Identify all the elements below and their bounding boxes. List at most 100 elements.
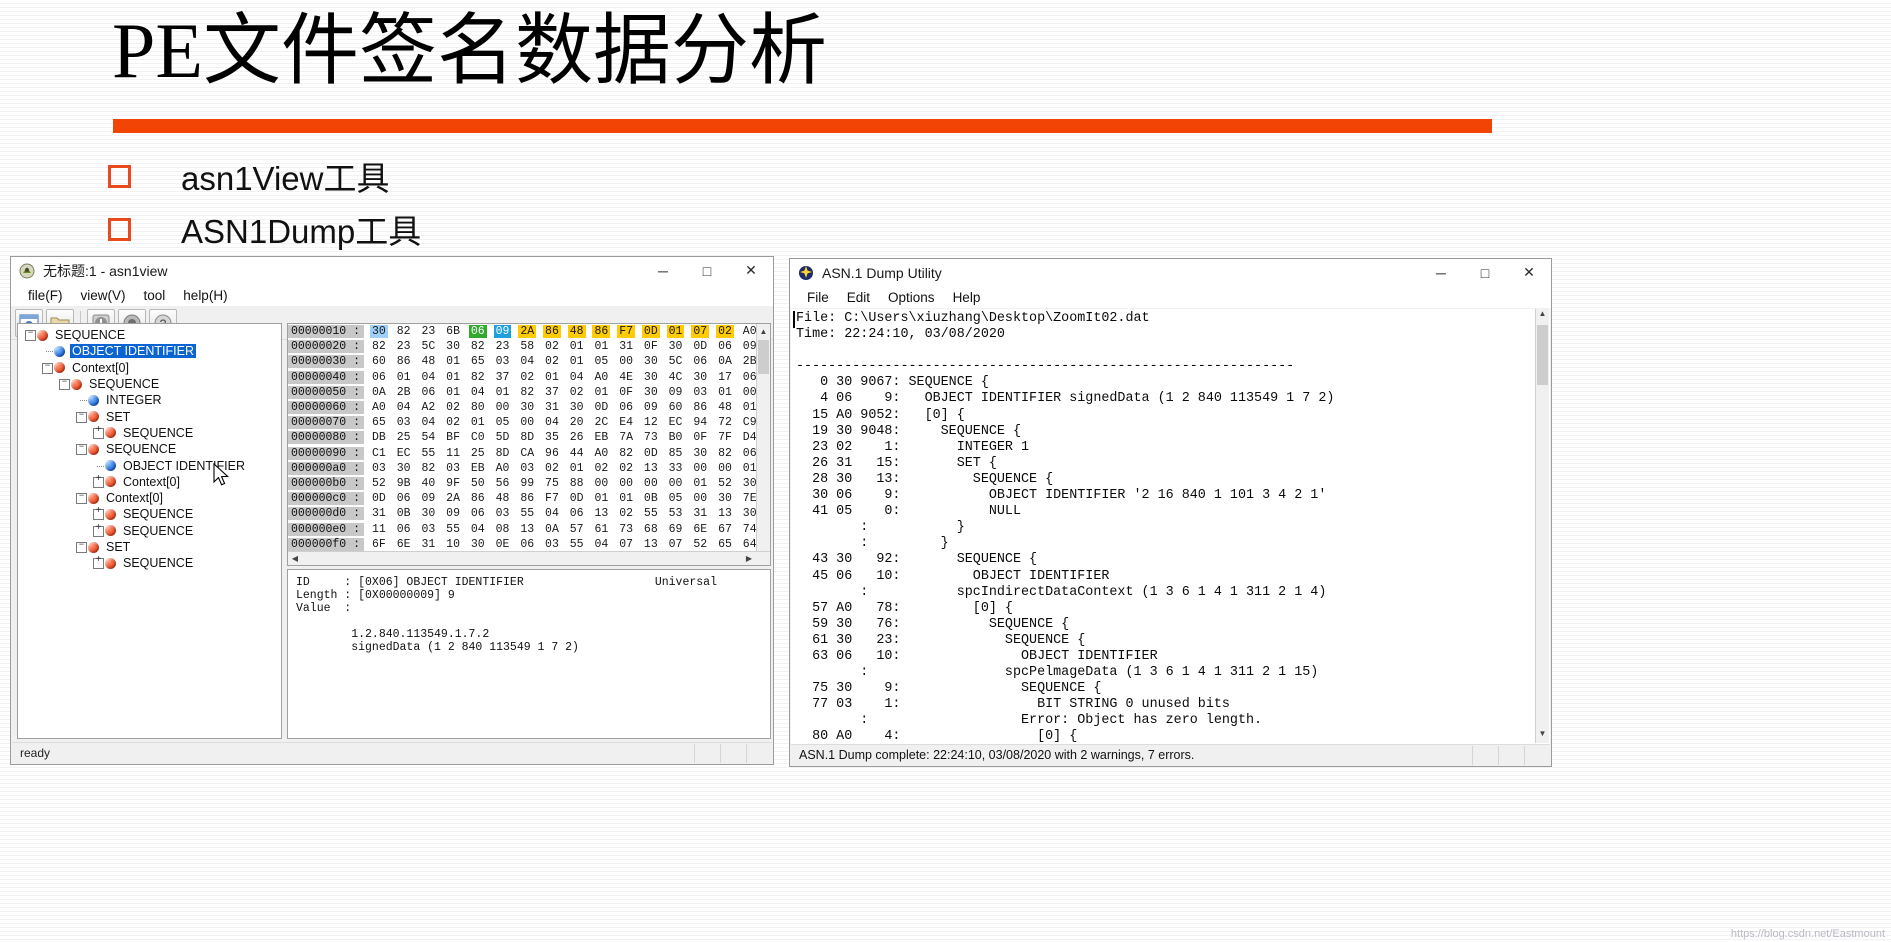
hex-byte[interactable]: 01 [666,325,685,339]
hex-byte[interactable]: 9B [395,477,413,490]
hex-row[interactable]: 00000020 :82 23 5C 30 82 23 58 02 01 01 … [288,339,770,354]
hex-byte[interactable]: 44 [568,447,586,460]
hex-byte[interactable]: 06 [518,538,536,551]
hex-row[interactable]: 000000a0 :03 30 82 03 EB A0 03 02 01 02 … [288,461,770,476]
hex-byte[interactable]: C0 [469,431,487,444]
hex-byte[interactable]: 55 [419,447,437,460]
hex-byte[interactable]: 02 [543,340,561,353]
hex-byte[interactable]: 82 [469,371,487,384]
hex-byte[interactable]: 09 [493,325,512,339]
hex-byte[interactable]: B0 [667,431,685,444]
hex-byte[interactable]: 2A [518,325,537,339]
hex-byte[interactable]: 30 [370,325,388,339]
hex-byte[interactable]: 00 [691,492,709,505]
hex-byte[interactable]: 02 [617,507,635,520]
hex-byte[interactable]: DB [370,431,388,444]
tree-node[interactable]: SEQUENCE [18,521,281,539]
hex-byte[interactable]: 01 [444,386,462,399]
hex-row[interactable]: 00000050 :0A 2B 06 01 04 01 82 37 02 01 … [288,385,770,400]
asn1dump-vertical-scrollbar[interactable]: ▲ ▼ [1535,309,1549,743]
menu-item-file[interactable]: File [798,289,838,306]
hex-byte[interactable]: 04 [395,401,413,414]
hex-byte[interactable]: 57 [568,523,586,536]
tree-node[interactable]: SET [18,537,281,555]
hex-byte[interactable]: 31 [370,507,388,520]
hex-row[interactable]: 000000f0 :6F 6E 31 10 30 0E 06 03 55 04 … [288,537,770,552]
hex-byte[interactable]: 03 [518,462,536,475]
hex-byte[interactable]: 30 [568,401,586,414]
hex-byte[interactable]: 20 [568,416,586,429]
hex-byte[interactable]: 6F [370,538,388,551]
hex-byte[interactable]: 61 [592,523,610,536]
hex-byte[interactable]: 48 [419,355,437,368]
hex-byte[interactable]: 17 [716,371,734,384]
hex-byte[interactable]: 99 [518,477,536,490]
asn1dump-menubar[interactable]: File Edit Options Help [790,286,1551,308]
hex-byte[interactable]: EB [592,431,610,444]
hex-byte[interactable]: 86 [518,492,536,505]
hex-byte[interactable]: 01 [568,340,586,353]
hex-byte[interactable]: 0F [617,386,635,399]
hex-byte[interactable]: A0 [592,447,610,460]
hex-byte[interactable]: 04 [543,416,561,429]
hex-byte[interactable]: 01 [691,477,709,490]
hex-byte[interactable]: 65 [716,538,734,551]
hex-byte[interactable]: C1 [370,447,388,460]
hex-byte[interactable]: 23 [395,340,413,353]
tree-node[interactable]: SEQUENCE [18,439,281,457]
hex-byte[interactable]: 60 [370,355,388,368]
hex-byte[interactable]: 0A [370,386,388,399]
hex-row[interactable]: 00000080 : DB 25 54 BF C0 5D 8D 35 26 EB … [288,430,770,445]
hex-byte[interactable]: 13 [642,538,660,551]
hex-byte[interactable]: 03 [691,386,709,399]
hex-byte[interactable]: 02 [444,401,462,414]
hex-byte[interactable]: 07 [617,538,635,551]
hex-byte[interactable]: 31 [691,507,709,520]
hex-byte[interactable]: 82 [395,325,413,338]
hex-byte[interactable]: 01 [568,355,586,368]
hex-byte[interactable]: 02 [543,462,561,475]
menu-item-view[interactable]: view(V) [72,287,135,304]
hex-byte[interactable]: 35 [543,431,561,444]
hex-byte[interactable]: 03 [395,416,413,429]
hex-byte[interactable]: BF [444,431,462,444]
hex-byte[interactable]: 06 [370,371,388,384]
hex-byte[interactable]: 00 [518,416,536,429]
expand-icon[interactable] [92,521,105,539]
hex-byte[interactable]: 0D [592,401,610,414]
hex-byte[interactable]: 23 [419,325,437,338]
close-button[interactable]: ✕ [1507,259,1551,286]
hex-byte[interactable]: 56 [494,477,512,490]
scroll-thumb[interactable] [758,340,769,374]
hex-byte[interactable]: 00 [617,355,635,368]
hex-byte[interactable]: 25 [469,447,487,460]
scroll-up-arrow[interactable]: ▲ [1536,309,1549,323]
hex-byte[interactable]: 30 [691,371,709,384]
expand-icon[interactable] [92,472,105,490]
scroll-down-arrow[interactable]: ▼ [1536,729,1549,743]
hex-byte[interactable]: 0D [370,492,388,505]
hex-byte[interactable]: 03 [419,523,437,536]
hex-byte[interactable]: 82 [370,340,388,353]
hex-byte[interactable]: 04 [469,523,487,536]
hex-byte[interactable]: 86 [469,492,487,505]
menu-item-edit[interactable]: Edit [838,289,879,306]
hex-byte[interactable]: 01 [617,492,635,505]
hex-byte[interactable]: 06 [691,355,709,368]
hex-byte[interactable]: 30 [691,447,709,460]
hex-byte[interactable]: 0D [641,325,660,339]
hex-byte[interactable]: 37 [494,371,512,384]
hex-byte[interactable]: 0D [691,340,709,353]
hex-byte[interactable]: 40 [419,477,437,490]
hex-byte[interactable]: 02 [543,355,561,368]
hex-byte[interactable]: 6E [691,523,709,536]
hex-byte[interactable]: 00 [667,477,685,490]
hex-byte[interactable]: 06 [716,340,734,353]
hex-byte[interactable]: 6E [395,538,413,551]
hex-byte[interactable]: 0B [642,492,660,505]
hex-byte[interactable]: EC [395,447,413,460]
menu-item-help[interactable]: help(H) [174,287,236,304]
hex-byte[interactable]: 9F [444,477,462,490]
hex-row[interactable]: 000000c0 :0D 06 09 2A 86 48 86 F7 0D 01 … [288,491,770,506]
tree-node[interactable]: INTEGER [18,392,281,408]
